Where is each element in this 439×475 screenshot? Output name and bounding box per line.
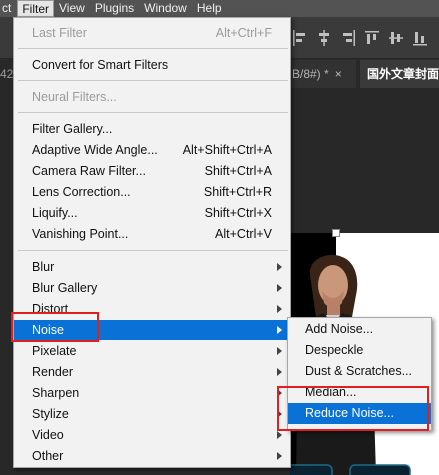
highlight-box-reduce-noise [277,386,429,431]
menu-bar: ct Filter View Plugins Window Help [0,0,439,17]
menu-item-pixelate[interactable]: Pixelate [14,341,290,361]
menu-window[interactable]: Window [139,0,192,17]
menu-item-lens-correction[interactable]: Lens Correction... Shift+Ctrl+R [14,182,290,202]
menu-item-despeckle[interactable]: Despeckle [288,340,431,361]
align-top-icon[interactable] [364,29,380,47]
menu-item-label: Render [32,365,73,379]
submenu-arrow-icon [277,431,282,439]
menu-item-label: Convert for Smart Filters [32,58,169,72]
menu-item-neural-filters[interactable]: Neural Filters... [14,87,290,107]
menu-item-blur-gallery[interactable]: Blur Gallery [14,278,290,298]
shortcut-text: Alt+Ctrl+F [215,26,272,40]
menu-item-label: Liquify... [32,206,78,220]
align-left-icon[interactable] [292,29,308,47]
menu-separator [18,112,288,113]
menu-item-blur[interactable]: Blur [14,257,290,277]
menu-item-label: Camera Raw Filter... [32,164,146,178]
submenu-arrow-icon [277,326,282,334]
menu-separator [18,250,288,251]
menu-item-add-noise[interactable]: Add Noise... [288,319,431,340]
menu-item-label: Pixelate [32,344,77,358]
shortcut-text: Alt+Ctrl+V [215,227,272,241]
menu-item-label: Sharpen [32,386,80,400]
align-right-icon[interactable] [340,29,356,47]
menu-item-label: Neural Filters... [32,90,117,104]
submenu-arrow-icon [277,368,282,376]
shortcut-text: Shift+Ctrl+X [204,206,272,220]
menu-item-vanishing-point[interactable]: Vanishing Point... Alt+Ctrl+V [14,224,290,244]
menu-item-label: Blur Gallery [32,281,98,295]
menu-item-camera-raw-filter[interactable]: Camera Raw Filter... Shift+Ctrl+A [14,161,290,181]
menu-item-stylize[interactable]: Stylize [14,404,290,424]
menu-item-video[interactable]: Video [14,425,290,445]
shortcut-text: Shift+Ctrl+A [204,164,272,178]
filter-menu: Last Filter Alt+Ctrl+F Convert for Smart … [13,17,291,468]
menu-item-label: Lens Correction... [32,185,131,199]
menu-view[interactable]: View [54,0,90,17]
menu-item-label: Filter Gallery... [32,122,113,136]
menu-item-label: Last Filter [32,26,87,40]
menu-edit[interactable]: ct [0,0,17,17]
menu-item-last-filter[interactable]: Last Filter Alt+Ctrl+F [14,23,290,43]
menu-item-label: Vanishing Point... [32,227,129,241]
align-center-icon[interactable] [316,29,332,47]
menu-filter[interactable]: Filter [17,0,55,17]
menu-help[interactable]: Help [192,0,227,17]
align-middle-icon[interactable] [388,29,404,47]
submenu-arrow-icon [277,452,282,460]
menu-item-render[interactable]: Render [14,362,290,382]
document-tab[interactable]: B/8#) * × [286,60,356,88]
menu-item-other[interactable]: Other [14,446,290,466]
menu-item-label: Adaptive Wide Angle... [32,143,158,157]
menu-item-label: Blur [32,260,55,274]
menu-item-label: Stylize [32,407,69,421]
menu-item-label: Video [32,428,64,442]
menu-item-filter-gallery[interactable]: Filter Gallery... [14,119,290,139]
menu-item-adaptive-wide-angle[interactable]: Adaptive Wide Angle... Alt+Shift+Ctrl+A [14,140,290,160]
shortcut-text: Shift+Ctrl+R [203,185,272,199]
menu-item-label: Other [32,449,64,463]
document-tab-label: B/8#) * [292,67,329,81]
submenu-arrow-icon [277,284,282,292]
align-bottom-icon[interactable] [412,29,428,47]
menu-item-liquify[interactable]: Liquify... Shift+Ctrl+X [14,203,290,223]
menu-separator [18,80,288,81]
menu-item-convert-smart-filters[interactable]: Convert for Smart Filters [14,55,290,75]
shortcut-text: Alt+Shift+Ctrl+A [182,143,272,157]
highlight-box-noise [11,312,99,342]
menu-separator [18,48,288,49]
submenu-arrow-icon [277,263,282,271]
menu-plugins[interactable]: Plugins [90,0,139,17]
submenu-arrow-icon [277,305,282,313]
menu-item-dust-scratches[interactable]: Dust & Scratches... [288,361,431,382]
menu-item-sharpen[interactable]: Sharpen [14,383,290,403]
submenu-arrow-icon [277,347,282,355]
close-icon[interactable]: × [335,67,342,81]
document-tab-active[interactable]: 国外文章封面 [360,60,439,88]
